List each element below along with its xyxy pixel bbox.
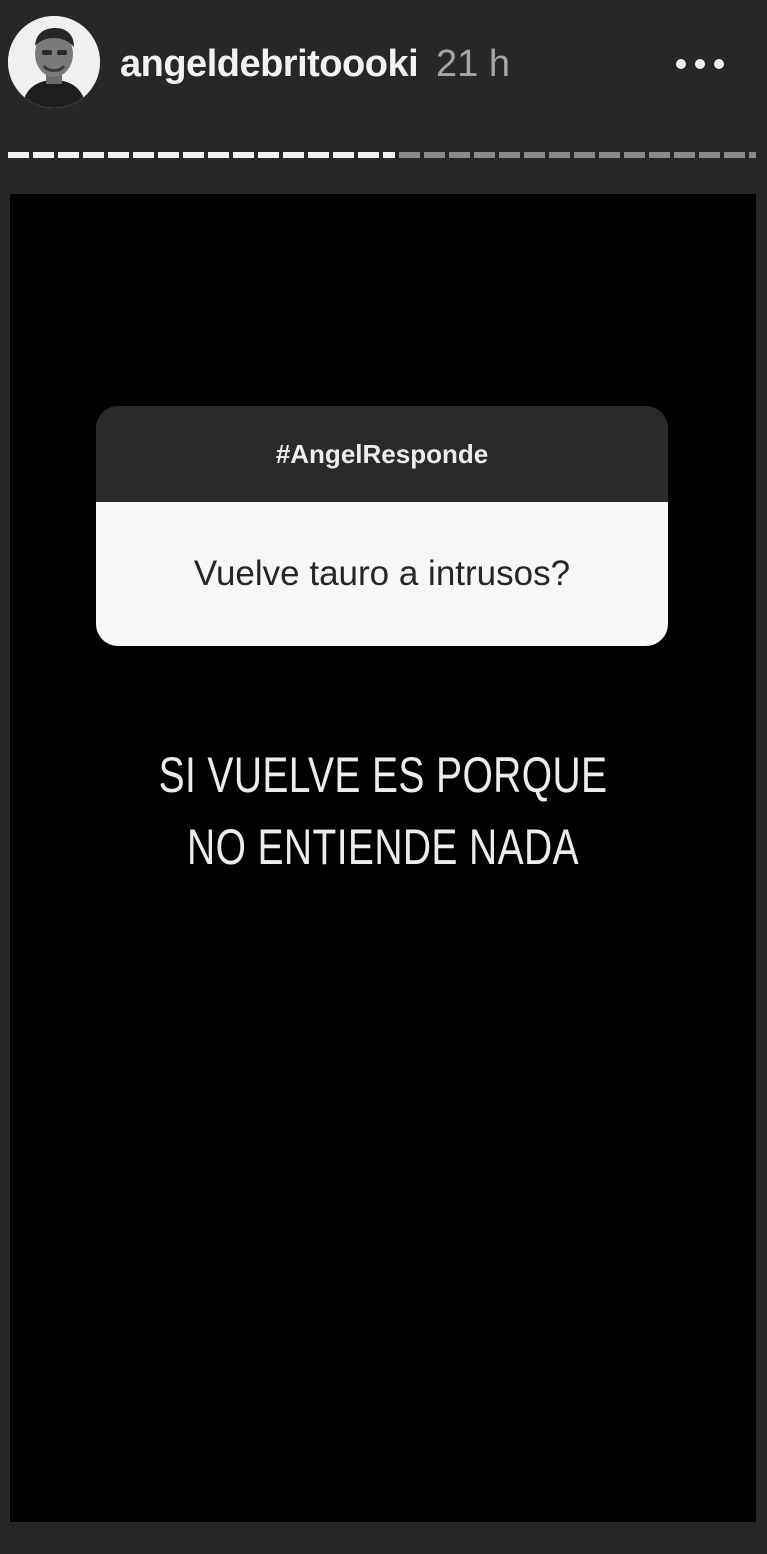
more-options-button[interactable] [660,44,740,84]
question-sticker-title: #AngelResponde [96,406,668,502]
post-time: 21 h [436,43,510,85]
story-progress-bar [8,152,756,158]
more-horizontal-icon-dot-2 [695,59,705,69]
answer-line-1: SI VUELVE ES PORQUE [158,747,608,803]
answer-line-2: NO ENTIENDE NADA [187,819,579,875]
avatar[interactable] [8,16,100,108]
avatar-photo [8,16,100,108]
progress-remaining [399,152,756,158]
more-horizontal-icon [676,59,686,69]
answer-text: SI VUELVE ES PORQUE NO ENTIENDE NADA [92,739,674,883]
story-header: angeldebritoooki 21 h [0,0,767,158]
story-content[interactable]: #AngelResponde Vuelve tauro a intrusos? … [10,194,756,1522]
progress-viewed [8,152,395,158]
question-sticker-text: Vuelve tauro a intrusos? [96,502,668,646]
username[interactable]: angeldebritoooki [120,40,419,88]
question-sticker: #AngelResponde Vuelve tauro a intrusos? [96,406,668,646]
more-horizontal-icon-dot-3 [714,59,724,69]
